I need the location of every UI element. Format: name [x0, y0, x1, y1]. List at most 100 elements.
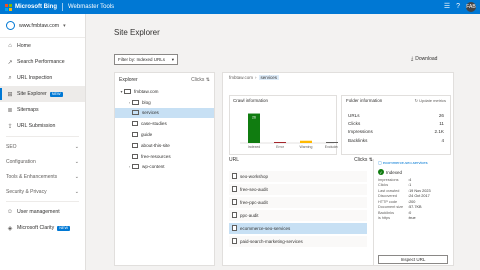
metric-label: URLs [348, 112, 360, 118]
tree-item-label: about-this-site [141, 142, 170, 148]
sidebar-section-security-privacy[interactable]: Security & Privacy ⌄ [0, 184, 85, 199]
sidebar-section-tools-enhancements[interactable]: Tools & Enhancements ⌄ [0, 169, 85, 184]
sidebar-section-configuration[interactable]: Configuration ⌄ [0, 154, 85, 169]
sidebar-item-site-explorer[interactable]: ⊞ Site Explorer NEW [0, 86, 85, 102]
tree-item[interactable]: › blog [115, 97, 214, 108]
sidebar-item-label: Site Explorer [17, 91, 47, 97]
download-button[interactable]: ⤓ Download [411, 56, 437, 62]
folder-info-card: Folder information ↻ Update metrics URLs… [341, 95, 451, 155]
metric-value: 26 [438, 112, 444, 118]
notifications-icon[interactable]: ☰ [444, 2, 450, 12]
clicks-sort-header[interactable]: Clicks ⇅ [191, 77, 210, 83]
detail-key: Clicks [378, 183, 389, 188]
section-label: Tools & Enhancements [6, 173, 58, 180]
product-name: Webmaster Tools [68, 4, 115, 10]
top-right-controls: ☰ ? FAB [444, 2, 476, 12]
folder-metric-row: Backlinks 4 [342, 136, 450, 144]
page-icon [232, 199, 237, 206]
url-list-item[interactable]: ppc-audit [229, 210, 367, 221]
folder-metric-row: URLs 26 [342, 111, 450, 119]
filter-dropdown[interactable]: Filter by: Indexed URLs ▾ [114, 54, 178, 65]
sidebar-item-url-inspection[interactable]: ⌕ URL Inspection [0, 70, 85, 86]
site-selector[interactable]: www.fmbtaw.com ▾ [0, 14, 85, 38]
detail-key: Last crawled [378, 188, 400, 193]
metric-value: 4 [441, 137, 444, 143]
url-list-item[interactable]: seo-workshop [229, 171, 367, 182]
detail-value: 19 Nov 2023 [409, 188, 431, 193]
update-metrics-link[interactable]: ↻ Update metrics [415, 98, 446, 103]
tree-item-label: wp-content [142, 164, 165, 170]
detail-key: Impressions [378, 177, 399, 182]
section-label: Configuration [6, 158, 36, 165]
page-icon [132, 132, 138, 138]
download-label: Download [415, 56, 438, 62]
tree-item[interactable]: free-resources [115, 151, 214, 162]
avatar[interactable]: FAB [466, 2, 476, 12]
folder-metric-row: Impressions 2.1K [342, 128, 450, 136]
detail-value: 0 [409, 210, 412, 215]
refresh-icon: ↻ [414, 98, 418, 103]
tree-item[interactable]: about-this-site [115, 140, 214, 151]
nav-divider [6, 136, 79, 137]
tree-item[interactable]: ▾ fmbtaw.com [115, 86, 214, 97]
inspect-url-button[interactable]: Inspect URL [378, 255, 448, 264]
brand-name: Microsoft Bing [15, 4, 57, 10]
inspect-url-label: Inspect URL [400, 257, 426, 262]
sidebar-item-url-submission[interactable]: ⇪ URL Submission [0, 118, 85, 134]
logo-square [5, 7, 8, 11]
url-list-item[interactable]: free-ppc-audit [229, 197, 367, 208]
globe-icon [6, 21, 15, 30]
chevron-right-icon: › [255, 75, 257, 80]
sidebar-item-microsoft-clarity[interactable]: ◈ Microsoft Clarity NEW [0, 220, 85, 236]
sidebar-item-home[interactable]: ⌂ Home [0, 38, 85, 54]
detail-value: 200 [409, 199, 416, 204]
tree-item[interactable]: › wp-content [115, 162, 214, 173]
url-clicks-sort[interactable]: Clicks ⇅ [354, 157, 373, 163]
detail-value: 1 [409, 183, 412, 188]
explorer-title: Explorer [119, 76, 138, 83]
sidebar-item-search-performance[interactable]: ↗ Search Performance [0, 54, 85, 70]
bar-excluded[interactable] [326, 142, 338, 143]
chevron-down-icon: ▾ [171, 56, 174, 62]
chart-icon: ↗ [7, 59, 13, 66]
breadcrumb-root[interactable]: fmbtaw.com [229, 75, 253, 80]
folder-icon [132, 164, 139, 170]
detail-value: 24 Oct 2017 [409, 194, 430, 199]
sidebar-section-seo[interactable]: SEO ⌄ [0, 139, 85, 154]
help-icon[interactable]: ? [456, 2, 460, 12]
crawl-info-card: Crawl information 26 Indexed Error Warning E… [229, 95, 339, 155]
tree-item-label: case-studies [141, 121, 167, 127]
brand-divider [62, 3, 63, 11]
bar-warning[interactable] [300, 140, 312, 143]
page-icon [232, 225, 237, 232]
url-clicks-label: Clicks [354, 157, 368, 163]
breadcrumb-current: services [258, 75, 280, 80]
sidebar-item-sitemaps[interactable]: ≣ Sitemaps [0, 102, 85, 118]
url-list-item[interactable]: ecommerce-seo-services [229, 223, 367, 234]
tree-item[interactable]: services [115, 107, 214, 119]
detail-value: true [409, 216, 416, 221]
category-label: Warning [300, 145, 313, 149]
url-list-item[interactable]: paid-search-marketing-services [229, 236, 367, 247]
url-label: seo-workshop [240, 173, 269, 179]
page-icon [232, 173, 237, 180]
page-icon [132, 121, 138, 127]
tree-item-label: blog [142, 99, 151, 105]
metric-label: Impressions [348, 129, 373, 135]
tree-item[interactable]: guide [115, 129, 214, 140]
bar-error[interactable] [274, 142, 286, 143]
clarity-icon: ◈ [7, 225, 13, 232]
sidebar: www.fmbtaw.com ▾ ⌂ Home ↗ Search Performanc… [0, 14, 86, 270]
sitemap-file-icon: ≣ [7, 107, 13, 114]
logo-square [5, 3, 8, 7]
detail-key: Discovered [378, 194, 397, 199]
tree-item[interactable]: case-studies [115, 118, 214, 129]
sidebar-item-user-management[interactable]: ☺ User management [0, 204, 85, 220]
url-list-header: URL Clicks ⇅ [229, 157, 373, 163]
logo-square [9, 7, 12, 11]
url-list-item[interactable]: free-seo-audit [229, 184, 367, 195]
category-label: Excluded [325, 145, 338, 149]
chevron-down-icon: ⌄ [74, 188, 79, 195]
download-icon: ⤓ [411, 56, 414, 62]
detail-url[interactable]: ▢ ecommerce-seo-services [374, 159, 451, 166]
